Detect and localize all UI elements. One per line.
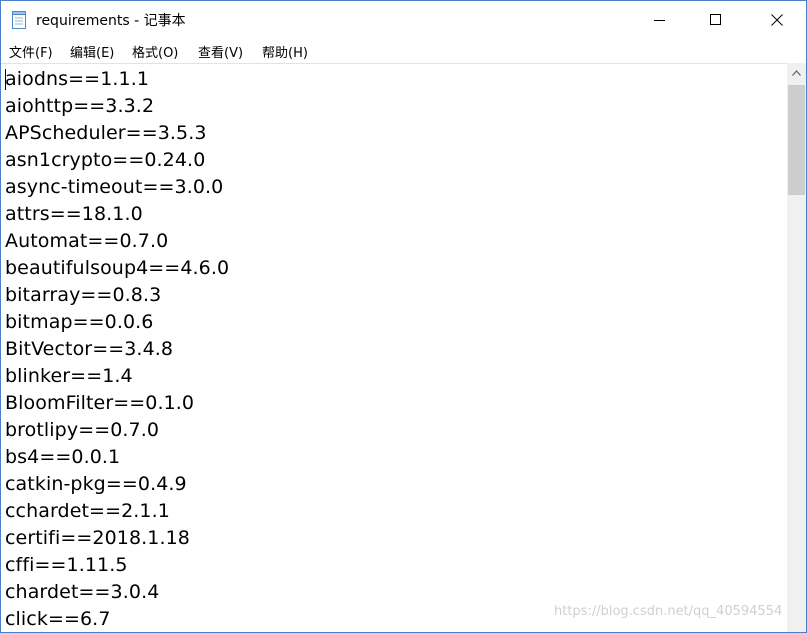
text-editor[interactable]: aiodns==1.1.1 aiohttp==3.3.2 APScheduler… [1,63,787,632]
text-line: beautifulsoup4==4.6.0 [5,257,230,279]
menu-bar: 文件(F) 编辑(E) 格式(O) 查看(V) 帮助(H) [1,39,806,63]
minimize-icon [654,20,665,21]
minimize-button[interactable] [637,1,683,39]
text-line: aiodns==1.1.1 [5,68,150,90]
text-line: chardet==3.0.4 [5,581,160,603]
text-content: aiodns==1.1.1 aiohttp==3.3.2 APScheduler… [5,66,230,632]
text-line: APScheduler==3.5.3 [5,122,207,144]
vertical-scrollbar[interactable] [787,63,806,632]
menu-help[interactable]: 帮助(H) [262,42,308,61]
text-line: certifi==2018.1.18 [5,527,190,549]
scroll-thumb[interactable] [788,85,805,195]
text-line: attrs==18.1.0 [5,203,143,225]
scroll-up-arrow-icon [792,70,801,76]
text-line: bitmap==0.0.6 [5,311,154,333]
menu-file[interactable]: 文件(F) [9,42,53,61]
text-line: Automat==0.7.0 [5,230,169,252]
text-line: catkin-pkg==0.4.9 [5,473,187,495]
scroll-up-button[interactable] [787,63,806,83]
text-line: async-timeout==3.0.0 [5,176,224,198]
text-line: aiohttp==3.3.2 [5,95,155,117]
menu-view[interactable]: 查看(V) [198,42,243,61]
window-title: requirements - 记事本 [36,13,186,29]
notepad-window: requirements - 记事本 文件(F) 编辑(E) 格式(O) 查看(… [0,0,807,633]
text-line: bitarray==0.8.3 [5,284,162,306]
close-button[interactable] [754,1,800,39]
text-line: blinker==1.4 [5,365,133,387]
text-line: brotlipy==0.7.0 [5,419,160,441]
text-line: click==6.7 [5,608,111,630]
text-line: cffi==1.11.5 [5,554,128,576]
text-line: asn1crypto==0.24.0 [5,149,206,171]
notepad-icon [11,11,27,29]
menu-format[interactable]: 格式(O) [132,42,178,61]
watermark-text: https://blog.csdn.net/qq_40594554 [554,604,783,619]
text-line: bs4==0.0.1 [5,446,121,468]
text-line: BitVector==3.4.8 [5,338,174,360]
text-line: cchardet==2.1.1 [5,500,170,522]
menu-edit[interactable]: 编辑(E) [70,42,114,61]
close-icon [771,14,783,26]
maximize-icon [710,14,721,25]
title-bar[interactable]: requirements - 记事本 [1,1,806,39]
maximize-button[interactable] [693,1,739,39]
text-line: BloomFilter==0.1.0 [5,392,195,414]
